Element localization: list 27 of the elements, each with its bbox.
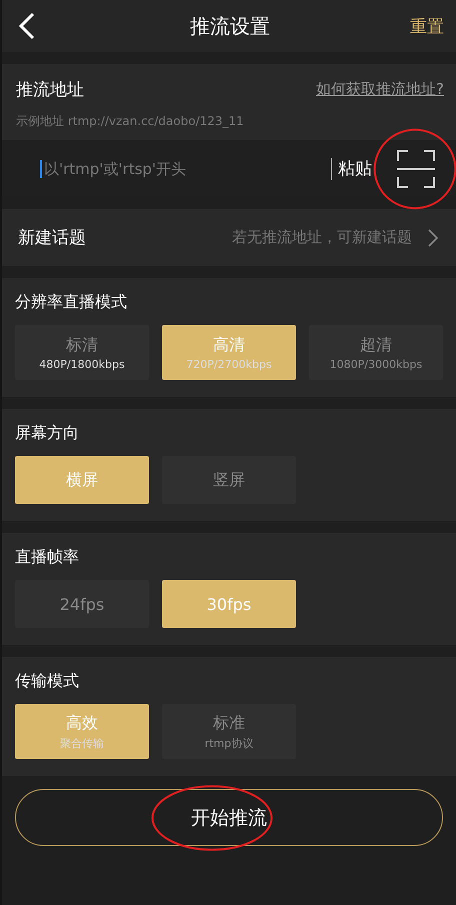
reset-button[interactable]: 重置	[410, 14, 444, 38]
option-button[interactable]: 高清 720P/2700kbps	[162, 325, 296, 380]
help-link[interactable]: 如何获取推流地址?	[316, 80, 444, 99]
paste-button[interactable]: 粘贴	[338, 157, 372, 180]
scan-icon[interactable]	[396, 148, 436, 188]
topic-row[interactable]: 新建话题 若无推流地址，可新建话题	[2, 209, 456, 266]
option-button[interactable]: 高效 聚合传输	[15, 704, 149, 759]
option-button[interactable]: 标清 480P/1800kbps	[15, 325, 149, 380]
topic-label: 新建话题	[18, 227, 86, 249]
option-button[interactable]: 竖屏	[162, 456, 296, 504]
example-text: 示例地址 rtmp://vzan.cc/daobo/123_11	[15, 113, 245, 130]
back-button[interactable]	[18, 12, 36, 40]
option-button[interactable]: 超清 1080P/3000kbps	[309, 325, 443, 380]
option-button[interactable]: 标准 rtmp协议	[162, 704, 296, 759]
chevron-icon	[428, 228, 438, 246]
address-field[interactable]: 以'rtmp'或'rtsp'开头	[40, 160, 331, 178]
option-button[interactable]: 24fps	[15, 580, 149, 628]
screen-title: 推流设置	[189, 12, 271, 40]
section-label: 分辨率直播模式	[15, 292, 128, 313]
section-label: 传输模式	[15, 671, 80, 692]
section-label: 屏幕方向	[15, 423, 80, 444]
topic-hint: 若无推流地址，可新建话题	[232, 228, 412, 247]
start-button[interactable]: 开始推流	[15, 789, 443, 846]
option-button[interactable]: 横屏	[15, 456, 149, 504]
option-button[interactable]: 30fps	[162, 580, 296, 628]
section-label: 推流地址	[16, 79, 84, 101]
section-label: 直播帧率	[15, 547, 80, 568]
